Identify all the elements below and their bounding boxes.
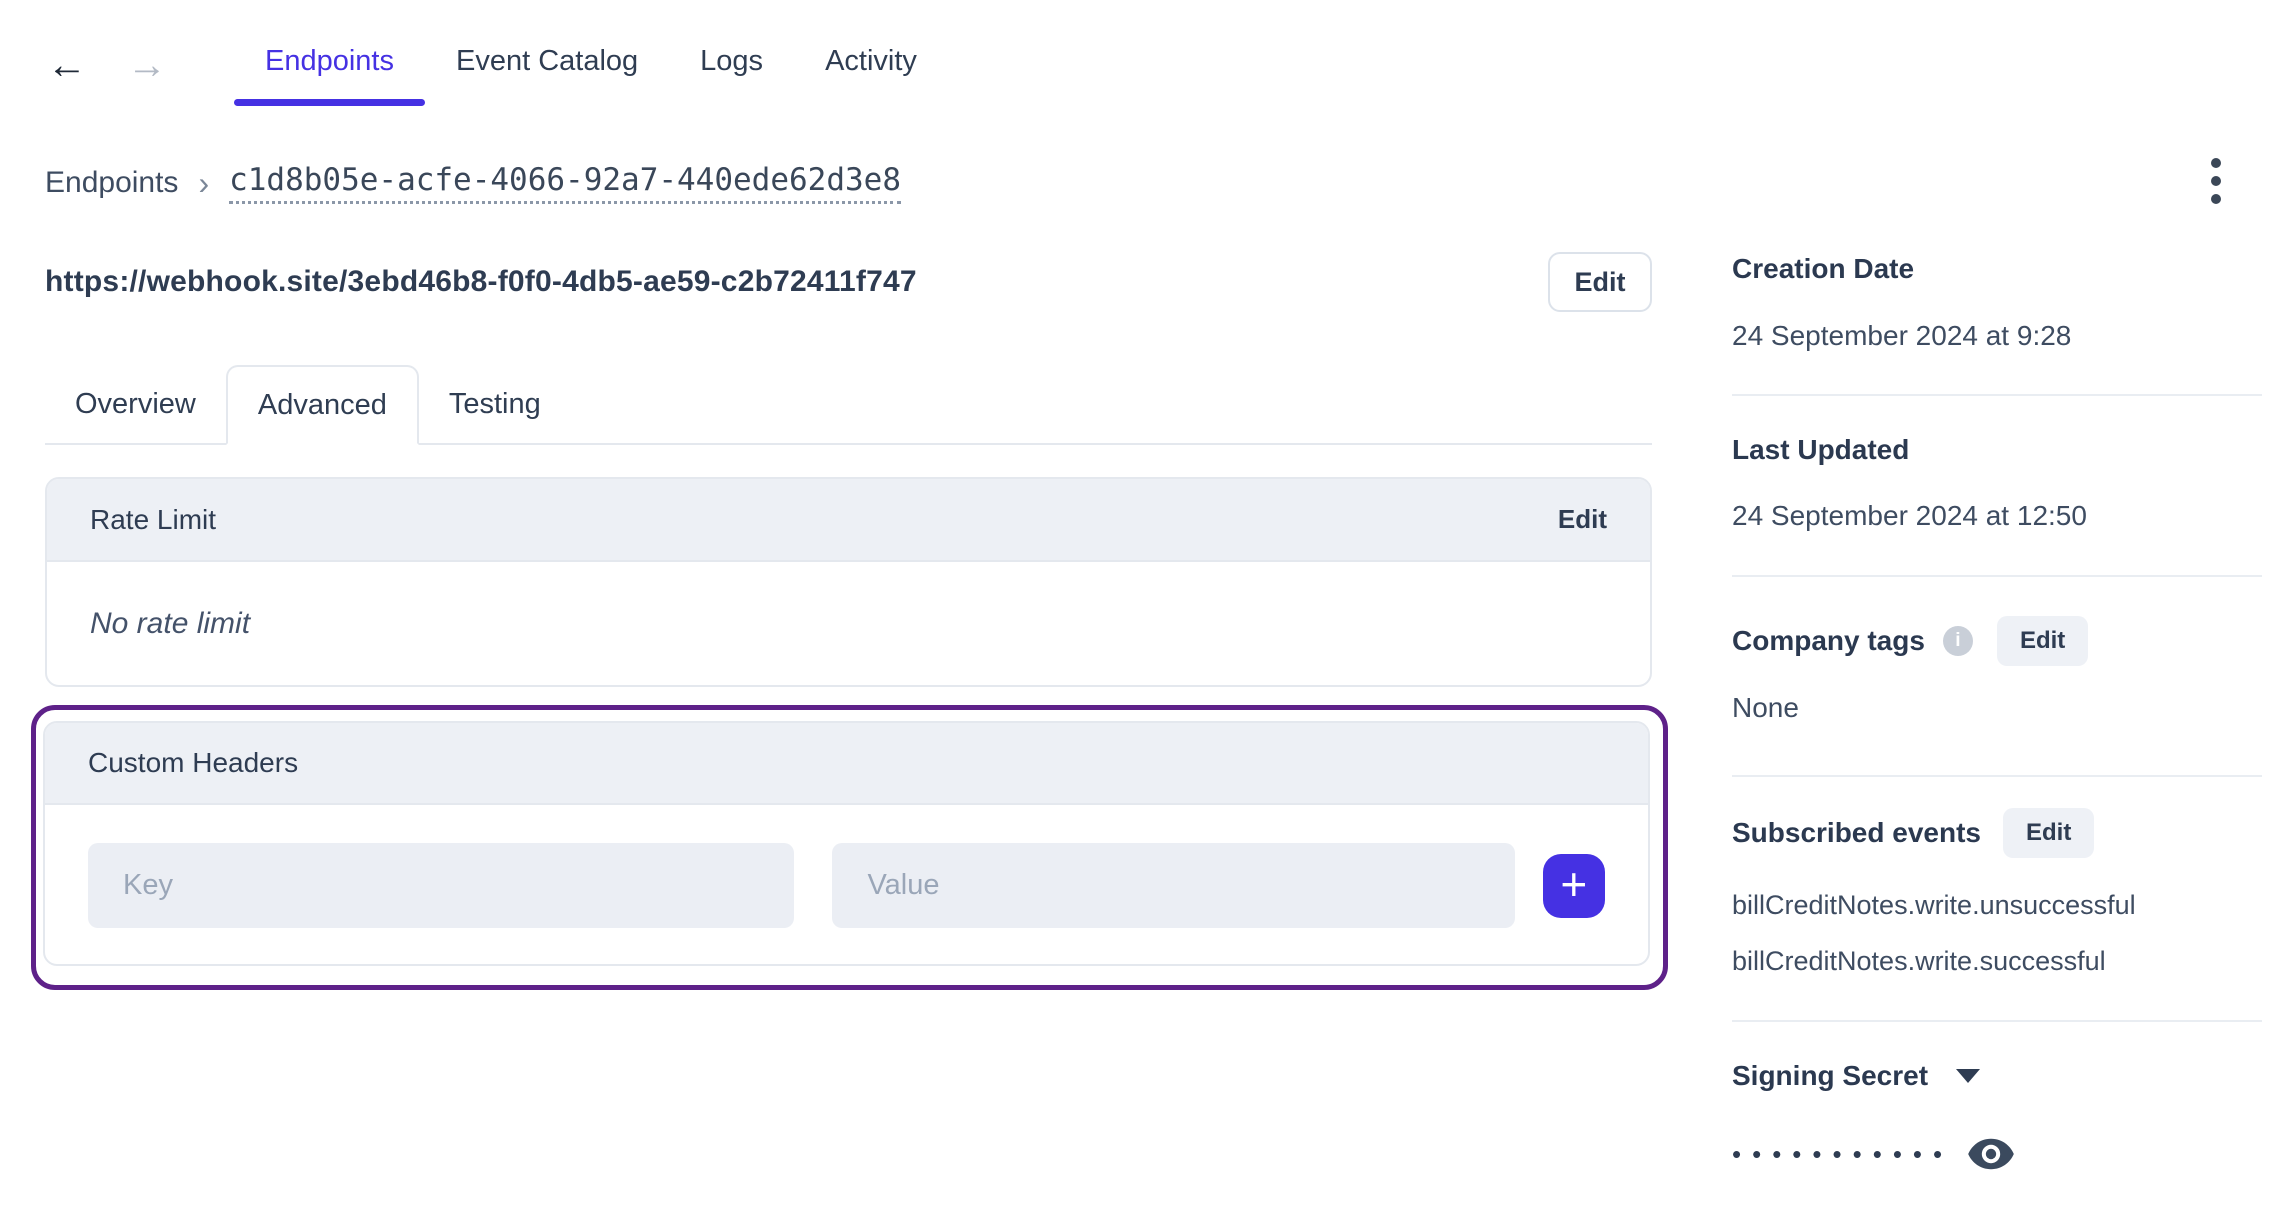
header-key-input[interactable] [88,843,795,928]
endpoint-detail-page: ← → Endpoints Event Catalog Logs Activit… [0,0,2274,1208]
endpoint-url: https://webhook.site/3ebd46b8-f0f0-4db5-… [45,265,917,298]
custom-headers-title: Custom Headers [88,747,299,778]
detail-tabs: Overview Advanced Testing [45,365,1652,445]
eye-icon[interactable] [1967,1136,2015,1172]
sidebar-divider [1732,775,2262,777]
breadcrumb-endpoints-link[interactable]: Endpoints [45,166,178,200]
info-icon[interactable]: i [1942,626,1973,656]
nav-tab-logs[interactable]: Logs [669,24,794,106]
add-header-button[interactable]: + [1542,853,1605,918]
custom-headers-card: Custom Headers + [43,721,1650,966]
creation-date-label: Creation Date [1732,253,1915,284]
no-rate-limit-text: No rate limit [90,606,251,640]
signing-secret-row[interactable]: Signing Secret [1732,1060,1981,1092]
forward-arrow-icon[interactable]: → [125,39,169,91]
company-tags-value: None [1732,692,1799,723]
nav-tab-endpoints[interactable]: Endpoints [234,24,425,106]
rate-limit-card: Rate Limit Edit No rate limit [45,477,1652,687]
signing-secret-value-row: ••••••••••• [1732,1136,2015,1172]
custom-headers-body: + [45,805,1648,964]
custom-headers-highlight-ring: Custom Headers + [31,705,1668,990]
sidebar-divider [1732,1020,2262,1022]
back-arrow-icon[interactable]: ← [45,39,89,91]
subscribed-event-item: billCreditNotes.write.successful [1732,946,2106,976]
header-value-input[interactable] [832,843,1515,928]
endpoint-meta-sidebar: Creation Date 24 September 2024 at 9:28 … [1732,0,2262,1208]
edit-url-button[interactable]: Edit [1548,252,1652,312]
endpoint-url-row: https://webhook.site/3ebd46b8-f0f0-4db5-… [45,250,1652,314]
company-tags-row: Company tags i Edit [1732,616,2089,666]
masked-secret-value: ••••••••••• [1732,1139,1954,1169]
edit-company-tags-button[interactable]: Edit [1996,616,2089,666]
edit-subscribed-events-button[interactable]: Edit [2002,808,2095,858]
signing-secret-label: Signing Secret [1732,1060,1929,1091]
nav-tab-activity[interactable]: Activity [794,24,948,106]
company-tags-label: Company tags [1732,625,1925,656]
sidebar-divider [1732,394,2262,396]
chevron-down-icon[interactable] [1956,1069,1981,1083]
creation-date-value: 24 September 2024 at 9:28 [1732,320,2072,351]
top-nav-tabs: Endpoints Event Catalog Logs Activity [234,24,948,106]
tab-overview[interactable]: Overview [45,365,226,443]
last-updated-label: Last Updated [1732,434,1910,465]
edit-rate-limit-button[interactable]: Edit [1558,504,1607,535]
breadcrumb: Endpoints › c1d8b05e-acfe-4066-92a7-440e… [45,158,901,208]
subscribed-event-item: billCreditNotes.write.unsuccessful [1732,890,2136,920]
chevron-right-icon: › [198,164,210,201]
tab-advanced[interactable]: Advanced [225,365,419,445]
subscribed-events-label: Subscribed events [1732,817,1981,848]
nav-tab-event-catalog[interactable]: Event Catalog [425,24,669,106]
plus-icon: + [1560,857,1588,910]
sidebar-divider [1732,575,2262,577]
subscribed-events-row: Subscribed events Edit [1732,808,2095,858]
breadcrumb-endpoint-id[interactable]: c1d8b05e-acfe-4066-92a7-440ede62d3e8 [229,162,901,204]
rate-limit-body: No rate limit [47,562,1650,685]
rate-limit-header: Rate Limit Edit [47,479,1650,562]
last-updated-value: 24 September 2024 at 12:50 [1732,500,2087,531]
custom-headers-header: Custom Headers [45,723,1648,805]
tab-testing[interactable]: Testing [419,365,571,443]
top-navigation: ← → Endpoints Event Catalog Logs Activit… [45,24,948,106]
rate-limit-title: Rate Limit [90,503,217,535]
